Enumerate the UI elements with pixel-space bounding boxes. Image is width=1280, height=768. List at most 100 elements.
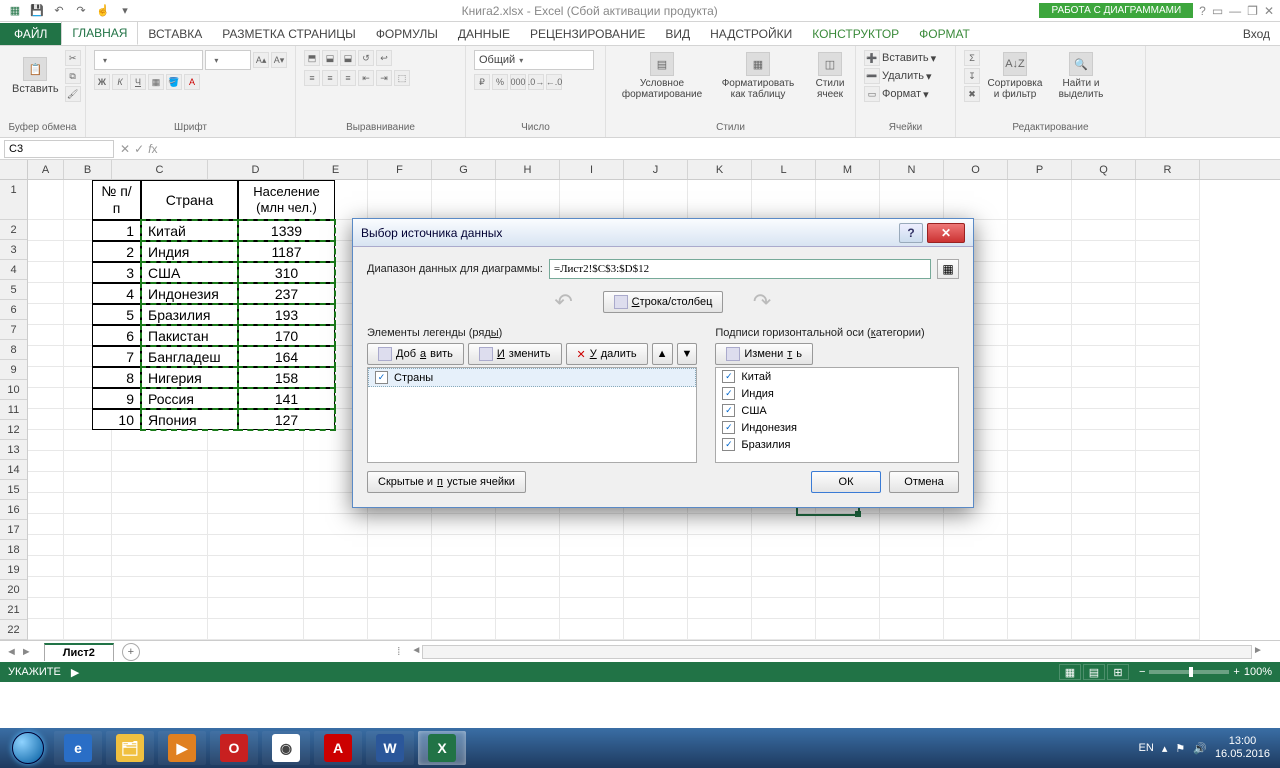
row-header[interactable]: 19	[0, 560, 27, 580]
move-down-button[interactable]: ▼	[677, 343, 698, 365]
select-all-corner[interactable]	[0, 160, 28, 179]
col-header[interactable]: M	[816, 160, 880, 179]
delete-cells[interactable]: ➖Удалить ▾	[864, 68, 947, 84]
touch-icon[interactable]: ☝	[94, 2, 112, 20]
ribbon-collapse-icon[interactable]: ▭	[1212, 4, 1223, 18]
start-button[interactable]	[4, 731, 52, 765]
number-format[interactable]: Общий▾	[474, 50, 594, 70]
delete-series-button[interactable]: ✕ Удалить	[566, 343, 648, 365]
table-cell[interactable]: Россия	[141, 388, 238, 409]
table-cell[interactable]: Индонезия	[141, 283, 238, 304]
format-cells[interactable]: ▭Формат ▾	[864, 86, 947, 102]
tab-home[interactable]: ГЛАВНАЯ	[61, 21, 138, 45]
series-item[interactable]: ✓ Страны	[368, 368, 696, 387]
hidden-empty-button[interactable]: Скрытые и пустые ячейки	[367, 471, 526, 493]
tray-volume-icon[interactable]: 🔊	[1193, 742, 1207, 755]
chart-range-input[interactable]	[549, 259, 931, 279]
tab-file[interactable]: ФАЙЛ	[0, 23, 61, 45]
tab-review[interactable]: РЕЦЕНЗИРОВАНИЕ	[520, 23, 655, 45]
taskbar-mediaplayer[interactable]: ▶	[158, 731, 206, 765]
table-cell[interactable]: 7	[92, 346, 141, 367]
row-header[interactable]: 13	[0, 440, 27, 460]
table-cell[interactable]: 8	[92, 367, 141, 388]
tray-action-center-icon[interactable]: ⚑	[1175, 742, 1185, 755]
conditional-formatting[interactable]: ▤Условное форматирование	[614, 50, 710, 102]
borders-icon[interactable]: ▦	[148, 74, 164, 90]
orientation-icon[interactable]: ↺	[358, 50, 374, 66]
indent-inc-icon[interactable]: ⇥	[376, 70, 392, 86]
col-header[interactable]: N	[880, 160, 944, 179]
percent-icon[interactable]: %	[492, 74, 508, 90]
taskbar-excel[interactable]: X	[418, 731, 466, 765]
tab-data[interactable]: ДАННЫЕ	[448, 23, 520, 45]
tab-formulas[interactable]: ФОРМУЛЫ	[366, 23, 448, 45]
cell-styles[interactable]: ◫Стили ячеек	[806, 50, 854, 102]
horizontal-scrollbar[interactable]	[422, 645, 1252, 659]
category-checkbox[interactable]: ✓	[722, 404, 735, 417]
align-center-icon[interactable]: ≡	[322, 70, 338, 86]
col-header[interactable]: O	[944, 160, 1008, 179]
row-header[interactable]: 12	[0, 420, 27, 440]
sort-filter[interactable]: A↓ZСортировка и фильтр	[982, 50, 1048, 102]
row-header[interactable]: 6	[0, 300, 27, 320]
qat-dropdown-icon[interactable]: ▾	[116, 2, 134, 20]
row-header[interactable]: 20	[0, 580, 27, 600]
table-cell[interactable]: Япония	[141, 409, 238, 430]
wrap-text-icon[interactable]: ↩	[376, 50, 392, 66]
zoom-out-icon[interactable]: −	[1139, 666, 1145, 678]
table-cell[interactable]: 141	[238, 388, 335, 409]
format-painter-icon[interactable]: 🖌	[65, 86, 81, 102]
category-checkbox[interactable]: ✓	[722, 370, 735, 383]
table-cell[interactable]: 1187	[238, 241, 335, 262]
autosum-icon[interactable]: Σ	[964, 50, 980, 66]
row-header[interactable]: 16	[0, 500, 27, 520]
category-checkbox[interactable]: ✓	[722, 438, 735, 451]
row-header[interactable]: 2	[0, 220, 27, 240]
table-cell[interactable]: 5	[92, 304, 141, 325]
maximize-icon[interactable]: ❐	[1247, 4, 1258, 18]
table-cell[interactable]: 193	[238, 304, 335, 325]
table-cell[interactable]: Бангладеш	[141, 346, 238, 367]
col-header[interactable]: I	[560, 160, 624, 179]
category-checkbox[interactable]: ✓	[722, 421, 735, 434]
dec-decimal-icon[interactable]: ←.0	[546, 74, 562, 90]
move-up-button[interactable]: ▲	[652, 343, 673, 365]
fill-icon[interactable]: ↧	[964, 68, 980, 84]
currency-icon[interactable]: ₽	[474, 74, 490, 90]
shrink-font-icon[interactable]: A▾	[271, 52, 287, 68]
category-item[interactable]: ✓США	[716, 402, 958, 419]
tab-insert[interactable]: ВСТАВКА	[138, 23, 212, 45]
category-item[interactable]: ✓Бразилия	[716, 436, 958, 453]
taskbar-explorer[interactable]: 🗂	[106, 731, 154, 765]
zoom-level[interactable]: 100%	[1244, 666, 1272, 678]
series-list[interactable]: ✓ Страны	[367, 367, 697, 463]
row-header[interactable]: 1	[0, 180, 27, 220]
tab-chartdesign[interactable]: КОНСТРУКТОР	[802, 23, 909, 45]
table-cell[interactable]: 9	[92, 388, 141, 409]
table-cell[interactable]: 158	[238, 367, 335, 388]
font-color-icon[interactable]: A	[184, 74, 200, 90]
col-header[interactable]: L	[752, 160, 816, 179]
format-as-table[interactable]: ▦Форматировать как таблицу	[712, 50, 804, 102]
close-icon[interactable]: ✕	[1264, 4, 1274, 18]
row-header[interactable]: 5	[0, 280, 27, 300]
undo-icon[interactable]: ↶	[50, 2, 68, 20]
underline-button[interactable]: Ч	[130, 74, 146, 90]
row-header[interactable]: 21	[0, 600, 27, 620]
tab-view[interactable]: ВИД	[655, 23, 700, 45]
col-header[interactable]: K	[688, 160, 752, 179]
indent-dec-icon[interactable]: ⇤	[358, 70, 374, 86]
font-name[interactable]: ▾	[94, 50, 203, 70]
taskbar-chrome[interactable]: ◉	[262, 731, 310, 765]
category-item[interactable]: ✓Индия	[716, 385, 958, 402]
table-cell[interactable]: 164	[238, 346, 335, 367]
row-header[interactable]: 22	[0, 620, 27, 640]
dialog-close-icon[interactable]: ✕	[927, 223, 965, 243]
row-header[interactable]: 7	[0, 320, 27, 340]
col-header[interactable]: B	[64, 160, 112, 179]
table-cell[interactable]: США	[141, 262, 238, 283]
find-select[interactable]: 🔍Найти и выделить	[1050, 50, 1112, 102]
taskbar-word[interactable]: W	[366, 731, 414, 765]
col-header[interactable]: H	[496, 160, 560, 179]
page-layout-view-icon[interactable]: ▤	[1083, 664, 1105, 680]
